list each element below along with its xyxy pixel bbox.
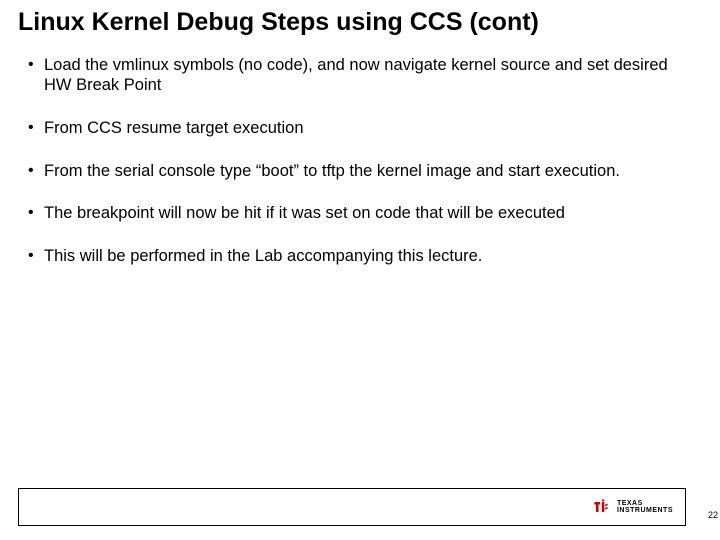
footer-bar: TEXAS INSTRUMENTS — [18, 488, 686, 526]
bullet-item: Load the vmlinux symbols (no code), and … — [26, 55, 694, 96]
ti-logo-text: TEXAS INSTRUMENTS — [617, 500, 673, 514]
bullet-item: From the serial console type “boot” to t… — [26, 161, 694, 182]
ti-logo: TEXAS INSTRUMENTS — [591, 497, 673, 517]
ti-chip-icon — [591, 497, 611, 517]
ti-logo-line2: INSTRUMENTS — [617, 507, 673, 514]
ti-logo-line1: TEXAS — [617, 500, 673, 507]
slide-title: Linux Kernel Debug Steps using CCS (cont… — [18, 8, 702, 37]
bullet-item: This will be performed in the Lab accomp… — [26, 246, 694, 267]
bullet-item: From CCS resume target execution — [26, 118, 694, 139]
slide: Linux Kernel Debug Steps using CCS (cont… — [0, 0, 720, 540]
bullet-list: Load the vmlinux symbols (no code), and … — [18, 55, 702, 267]
page-number: 22 — [708, 510, 718, 520]
bullet-item: The breakpoint will now be hit if it was… — [26, 203, 694, 224]
